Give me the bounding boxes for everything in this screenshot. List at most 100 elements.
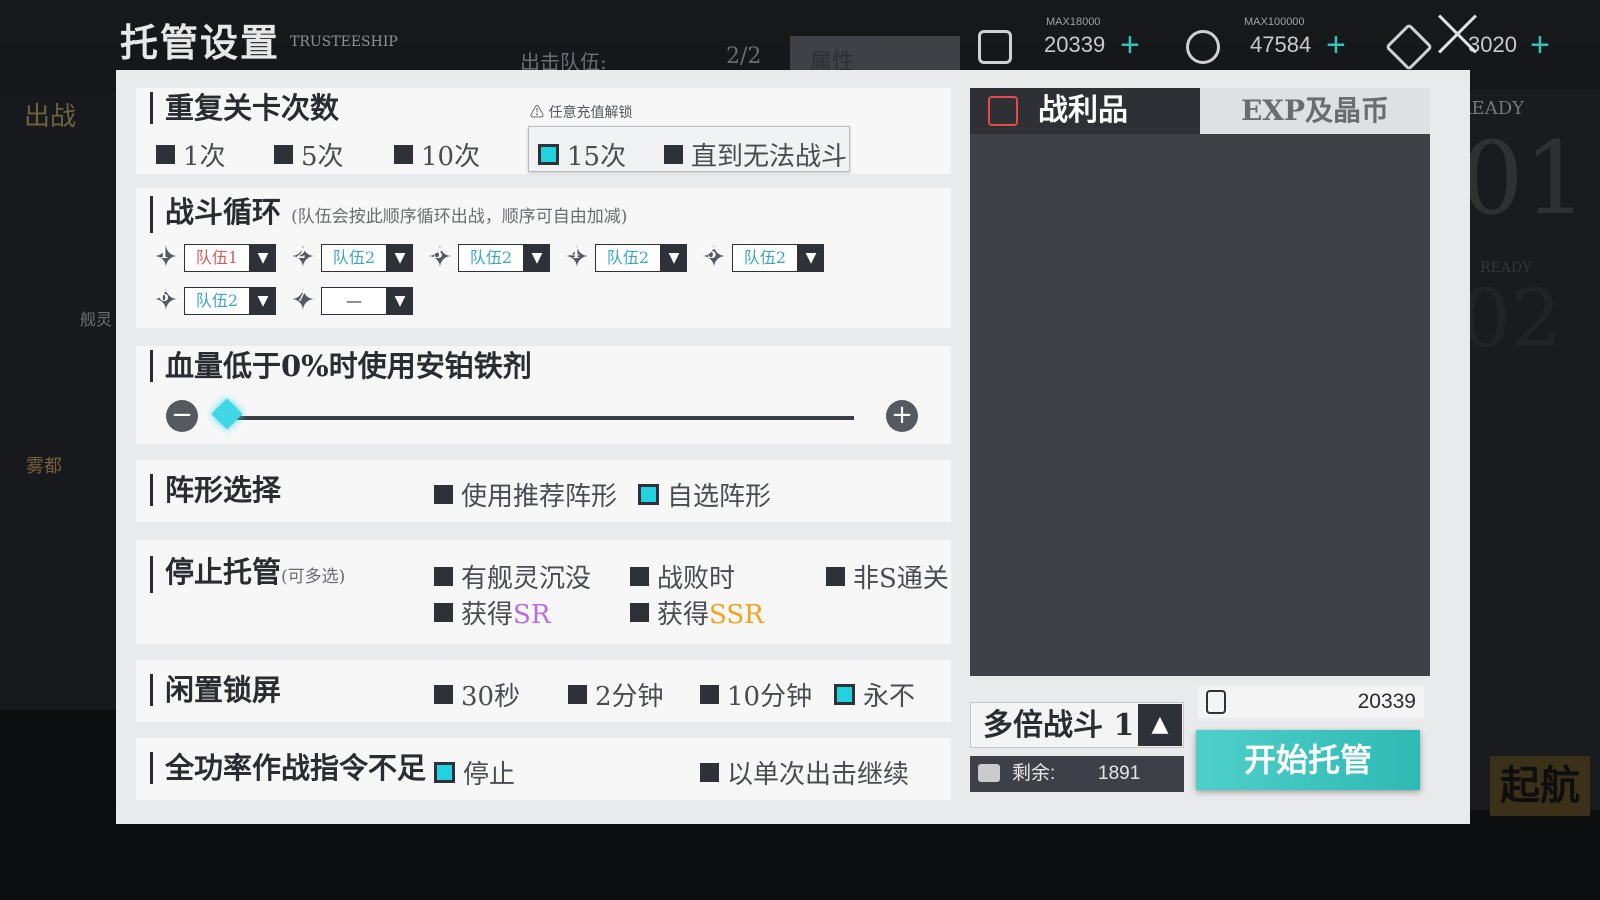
repeat-option-15[interactable]: 15次 (538, 136, 626, 173)
option-label: 获得SSR (657, 594, 764, 631)
team-value[interactable]: — (321, 287, 387, 315)
remaining-bar: 剩余: 1891 (970, 756, 1184, 792)
remain-value: 1891 (1098, 763, 1141, 784)
start-trusteeship-button[interactable]: 开始托管 (1196, 730, 1420, 790)
option-label: 获得SR (461, 594, 550, 631)
oil-cost: 20339 (1198, 686, 1424, 718)
idle-30s[interactable]: 30秒 (434, 676, 520, 713)
hp-slider-track[interactable] (234, 416, 854, 420)
loot-list (970, 134, 1430, 676)
stop-ssr[interactable]: 获得SSR (630, 594, 764, 631)
option-label: 直到无法战斗 (691, 142, 848, 172)
checkbox (568, 685, 587, 704)
remain-label: 剩余: (1012, 763, 1056, 784)
slot-icon: ✦ 1 (153, 240, 179, 275)
dropdown-icon[interactable]: ▼ (387, 244, 413, 272)
team-slot-4[interactable]: ✦ 4 队伍2 ▼ (561, 242, 687, 274)
checkbox (434, 603, 453, 622)
minus-button[interactable]: − (166, 400, 198, 432)
option-label: 5次 (301, 142, 344, 172)
team-value[interactable]: 队伍2 (732, 244, 798, 272)
cycle-title: 战斗循环 (队伍会按此顺序循环出战，顺序可自由加减) (150, 196, 627, 233)
checkbox (664, 145, 683, 164)
repeat-option-10[interactable]: 10次 (394, 136, 480, 173)
repeat-option-until[interactable]: 直到无法战斗 (664, 136, 847, 173)
hp-slider-knob[interactable] (211, 398, 243, 430)
orders-section: 全功率作战指令不足 停止 以单次出击继续 (136, 738, 951, 800)
team-slot-2[interactable]: ✦ 2 队伍2 ▼ (287, 242, 413, 274)
repeat-option-1[interactable]: 1次 (156, 136, 226, 173)
idle-2min[interactable]: 2分钟 (568, 676, 664, 713)
checkbox (700, 685, 719, 704)
dropdown-icon[interactable]: ▼ (387, 287, 413, 315)
loot-icon (988, 96, 1018, 126)
team-slot-6[interactable]: ✦ 6 队伍2 ▼ (150, 285, 276, 317)
formation-recommended[interactable]: 使用推荐阵形 (434, 476, 617, 513)
team-value[interactable]: 队伍2 (458, 244, 524, 272)
oil-plus-button[interactable]: + (1120, 26, 1140, 65)
team-value[interactable]: 队伍2 (595, 244, 661, 272)
checkbox (826, 567, 845, 586)
ticket-icon (978, 764, 1000, 782)
trusteeship-panel: 重复关卡次数 ⚠ 任意充值解锁 1次 5次 10次 15次 直到无法战斗 战斗循… (116, 70, 1470, 824)
stop-non-s[interactable]: 非S通关 (826, 558, 949, 595)
cycle-section: 战斗循环 (队伍会按此顺序循环出战，顺序可自由加减) ✦ 1 队伍1 ▼ ✦ 2 队伍2 ▼… (136, 188, 951, 328)
idle-never[interactable]: 永不 (834, 676, 915, 713)
idle-title: 闲置锁屏 (150, 674, 281, 706)
option-label-text: 获得 (657, 600, 710, 630)
stop-sr[interactable]: 获得SR (434, 594, 550, 631)
team-slot-3[interactable]: ✦ 3 队伍2 ▼ (424, 242, 550, 274)
option-label-text: 获得 (461, 600, 514, 630)
dropdown-icon[interactable]: ▼ (524, 244, 550, 272)
option-label: 使用推荐阵形 (461, 482, 618, 512)
orders-stop[interactable]: 停止 (434, 754, 515, 791)
team-value[interactable]: 队伍2 (184, 287, 250, 315)
team-value[interactable]: 队伍1 (184, 244, 250, 272)
oil-icon (978, 30, 1012, 64)
option-label: 战败时 (657, 564, 736, 594)
repeat-option-5[interactable]: 5次 (274, 136, 344, 173)
multi-increase-button[interactable]: ▲ (1138, 704, 1182, 746)
dropdown-icon[interactable]: ▼ (661, 244, 687, 272)
team-slot-1[interactable]: ✦ 1 队伍1 ▼ (150, 242, 276, 274)
coin-plus-button[interactable]: + (1326, 26, 1346, 65)
plus-button[interactable]: + (886, 400, 918, 432)
dropdown-icon[interactable]: ▼ (798, 244, 824, 272)
option-label: 30秒 (461, 682, 521, 712)
multi-value: 1 (1113, 708, 1135, 743)
tab-exp[interactable]: EXP及晶币 (1200, 88, 1430, 134)
stop-sink[interactable]: 有舰灵沉没 (434, 558, 591, 595)
oil-cost-value: 20339 (1357, 690, 1416, 713)
repeat-section: 重复关卡次数 ⚠ 任意充值解锁 1次 5次 10次 15次 直到无法战斗 (136, 88, 951, 174)
team-slot-5[interactable]: ✦ 5 队伍2 ▼ (698, 242, 824, 274)
stop-note: (可多选) (281, 567, 346, 587)
tab-loot[interactable]: 战利品 (970, 88, 1200, 134)
option-label: 非S通关 (853, 564, 949, 594)
slot-icon: ✦ 3 (427, 240, 453, 275)
dropdown-icon[interactable]: ▼ (250, 244, 276, 272)
formation-title: 阵形选择 (150, 474, 281, 506)
dropdown-icon[interactable]: ▼ (250, 287, 276, 315)
orders-continue[interactable]: 以单次出击继续 (700, 754, 909, 791)
checkbox (434, 567, 453, 586)
page-title: 托管设置 (120, 20, 281, 65)
tab-loot-label: 战利品 (1038, 93, 1128, 128)
close-icon[interactable] (1436, 12, 1480, 56)
team-slot-7[interactable]: ✦ 7— ▼ (287, 285, 413, 317)
option-label: 停止 (463, 760, 516, 790)
slot-icon: ✦ 5 (701, 240, 727, 275)
stop-defeat[interactable]: 战败时 (630, 558, 735, 595)
gem-plus-button[interactable]: + (1530, 26, 1550, 65)
option-label: 10分钟 (727, 682, 813, 712)
checkbox (274, 145, 293, 164)
team-value[interactable]: 队伍2 (321, 244, 387, 272)
page-subtitle: TRUSTEESHIP (290, 34, 398, 50)
option-label: 以单次出击继续 (727, 760, 910, 790)
checkbox-checked (834, 684, 855, 705)
checkbox-checked (638, 484, 659, 505)
stop-section: 停止托管(可多选) 有舰灵沉没 战败时 非S通关 获得SR 获得SSR (136, 540, 951, 644)
formation-custom[interactable]: 自选阵形 (638, 476, 771, 513)
idle-10min[interactable]: 10分钟 (700, 676, 812, 713)
option-label: 永不 (863, 682, 916, 712)
checkbox (630, 603, 649, 622)
